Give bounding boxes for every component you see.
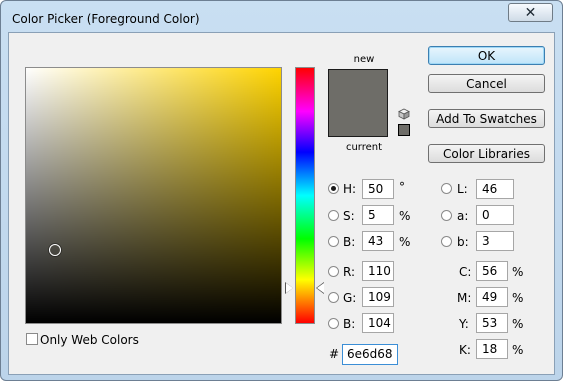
a-field[interactable]: 0 [476, 205, 514, 225]
l-radio[interactable] [441, 183, 452, 194]
m-label: M: [457, 291, 472, 305]
g-label: G: [343, 291, 357, 305]
hex-field[interactable]: 6e6d68 [342, 344, 398, 365]
h-label: H: [343, 182, 357, 196]
window-title: Color Picker (Foreground Color) [12, 12, 200, 26]
brightness-unit: % [399, 235, 411, 249]
color-libraries-button[interactable]: Color Libraries [428, 144, 545, 163]
only-web-colors-checkbox[interactable] [26, 333, 38, 345]
s-radio[interactable] [328, 210, 339, 221]
title-bar: Color Picker (Foreground Color) ✕ [1, 1, 562, 33]
web-safe-swatch[interactable] [398, 124, 410, 136]
hue-slider-right-arrow[interactable] [317, 283, 324, 293]
lab-b-field[interactable]: 3 [476, 231, 514, 251]
l-label: L: [457, 182, 468, 196]
r-radio[interactable] [328, 266, 339, 277]
s-unit: % [399, 209, 411, 223]
brightness-field[interactable]: 43 [362, 231, 394, 251]
k-label: K: [459, 343, 471, 357]
color-picker-dialog: Color Picker (Foreground Color) ✕ new cu… [0, 0, 563, 381]
r-label: R: [343, 265, 356, 279]
s-field[interactable]: 5 [362, 205, 394, 225]
h-unit: ° [399, 180, 405, 194]
y-unit: % [512, 317, 524, 331]
cube-icon[interactable] [398, 108, 410, 120]
l-field[interactable]: 46 [476, 179, 514, 199]
add-to-swatches-label: Add To Swatches [436, 111, 537, 126]
brightness-label: B: [343, 235, 356, 249]
m-field[interactable]: 49 [476, 287, 508, 307]
cancel-button[interactable]: Cancel [428, 74, 545, 93]
c-unit: % [512, 265, 524, 279]
color-field[interactable] [25, 67, 282, 324]
s-label: S: [343, 209, 355, 223]
color-libraries-label: Color Libraries [443, 146, 530, 161]
h-field[interactable]: 50 [362, 179, 394, 199]
g-radio[interactable] [328, 292, 339, 303]
c-field[interactable]: 56 [476, 261, 508, 281]
ok-button[interactable]: OK [428, 46, 545, 65]
add-to-swatches-button[interactable]: Add To Swatches [428, 109, 545, 128]
c-label: C: [459, 265, 472, 279]
new-color-label: new [353, 54, 375, 65]
b-radio[interactable] [328, 236, 339, 247]
close-button[interactable]: ✕ [508, 3, 553, 22]
k-field[interactable]: 18 [476, 339, 508, 359]
a-label: a: [457, 209, 469, 223]
h-radio[interactable] [328, 183, 339, 194]
y-label: Y: [459, 317, 469, 331]
hue-slider-left-arrow[interactable] [286, 283, 293, 293]
r-field[interactable]: 110 [362, 261, 394, 281]
ok-button-label: OK [477, 48, 496, 63]
blue-label: B: [343, 317, 356, 331]
color-field-picker-ring[interactable] [49, 244, 61, 256]
lab-b-label: b: [457, 235, 469, 249]
dialog-body: new current OK Cancel Add To Swatches Co… [8, 32, 555, 375]
current-color-label: current [345, 142, 383, 153]
k-unit: % [512, 343, 524, 357]
close-icon: ✕ [524, 4, 537, 21]
cancel-button-label: Cancel [466, 76, 507, 91]
a-radio[interactable] [441, 210, 452, 221]
blue-field[interactable]: 104 [362, 313, 394, 333]
lab-b-radio[interactable] [441, 236, 452, 247]
only-web-colors-label: Only Web Colors [40, 333, 139, 347]
blue-radio[interactable] [328, 318, 339, 329]
hue-slider[interactable] [295, 67, 315, 324]
y-field[interactable]: 53 [476, 313, 508, 333]
g-field[interactable]: 109 [362, 287, 394, 307]
color-preview-swatch[interactable] [328, 69, 388, 137]
hex-label: # [329, 347, 340, 361]
m-unit: % [512, 291, 524, 305]
